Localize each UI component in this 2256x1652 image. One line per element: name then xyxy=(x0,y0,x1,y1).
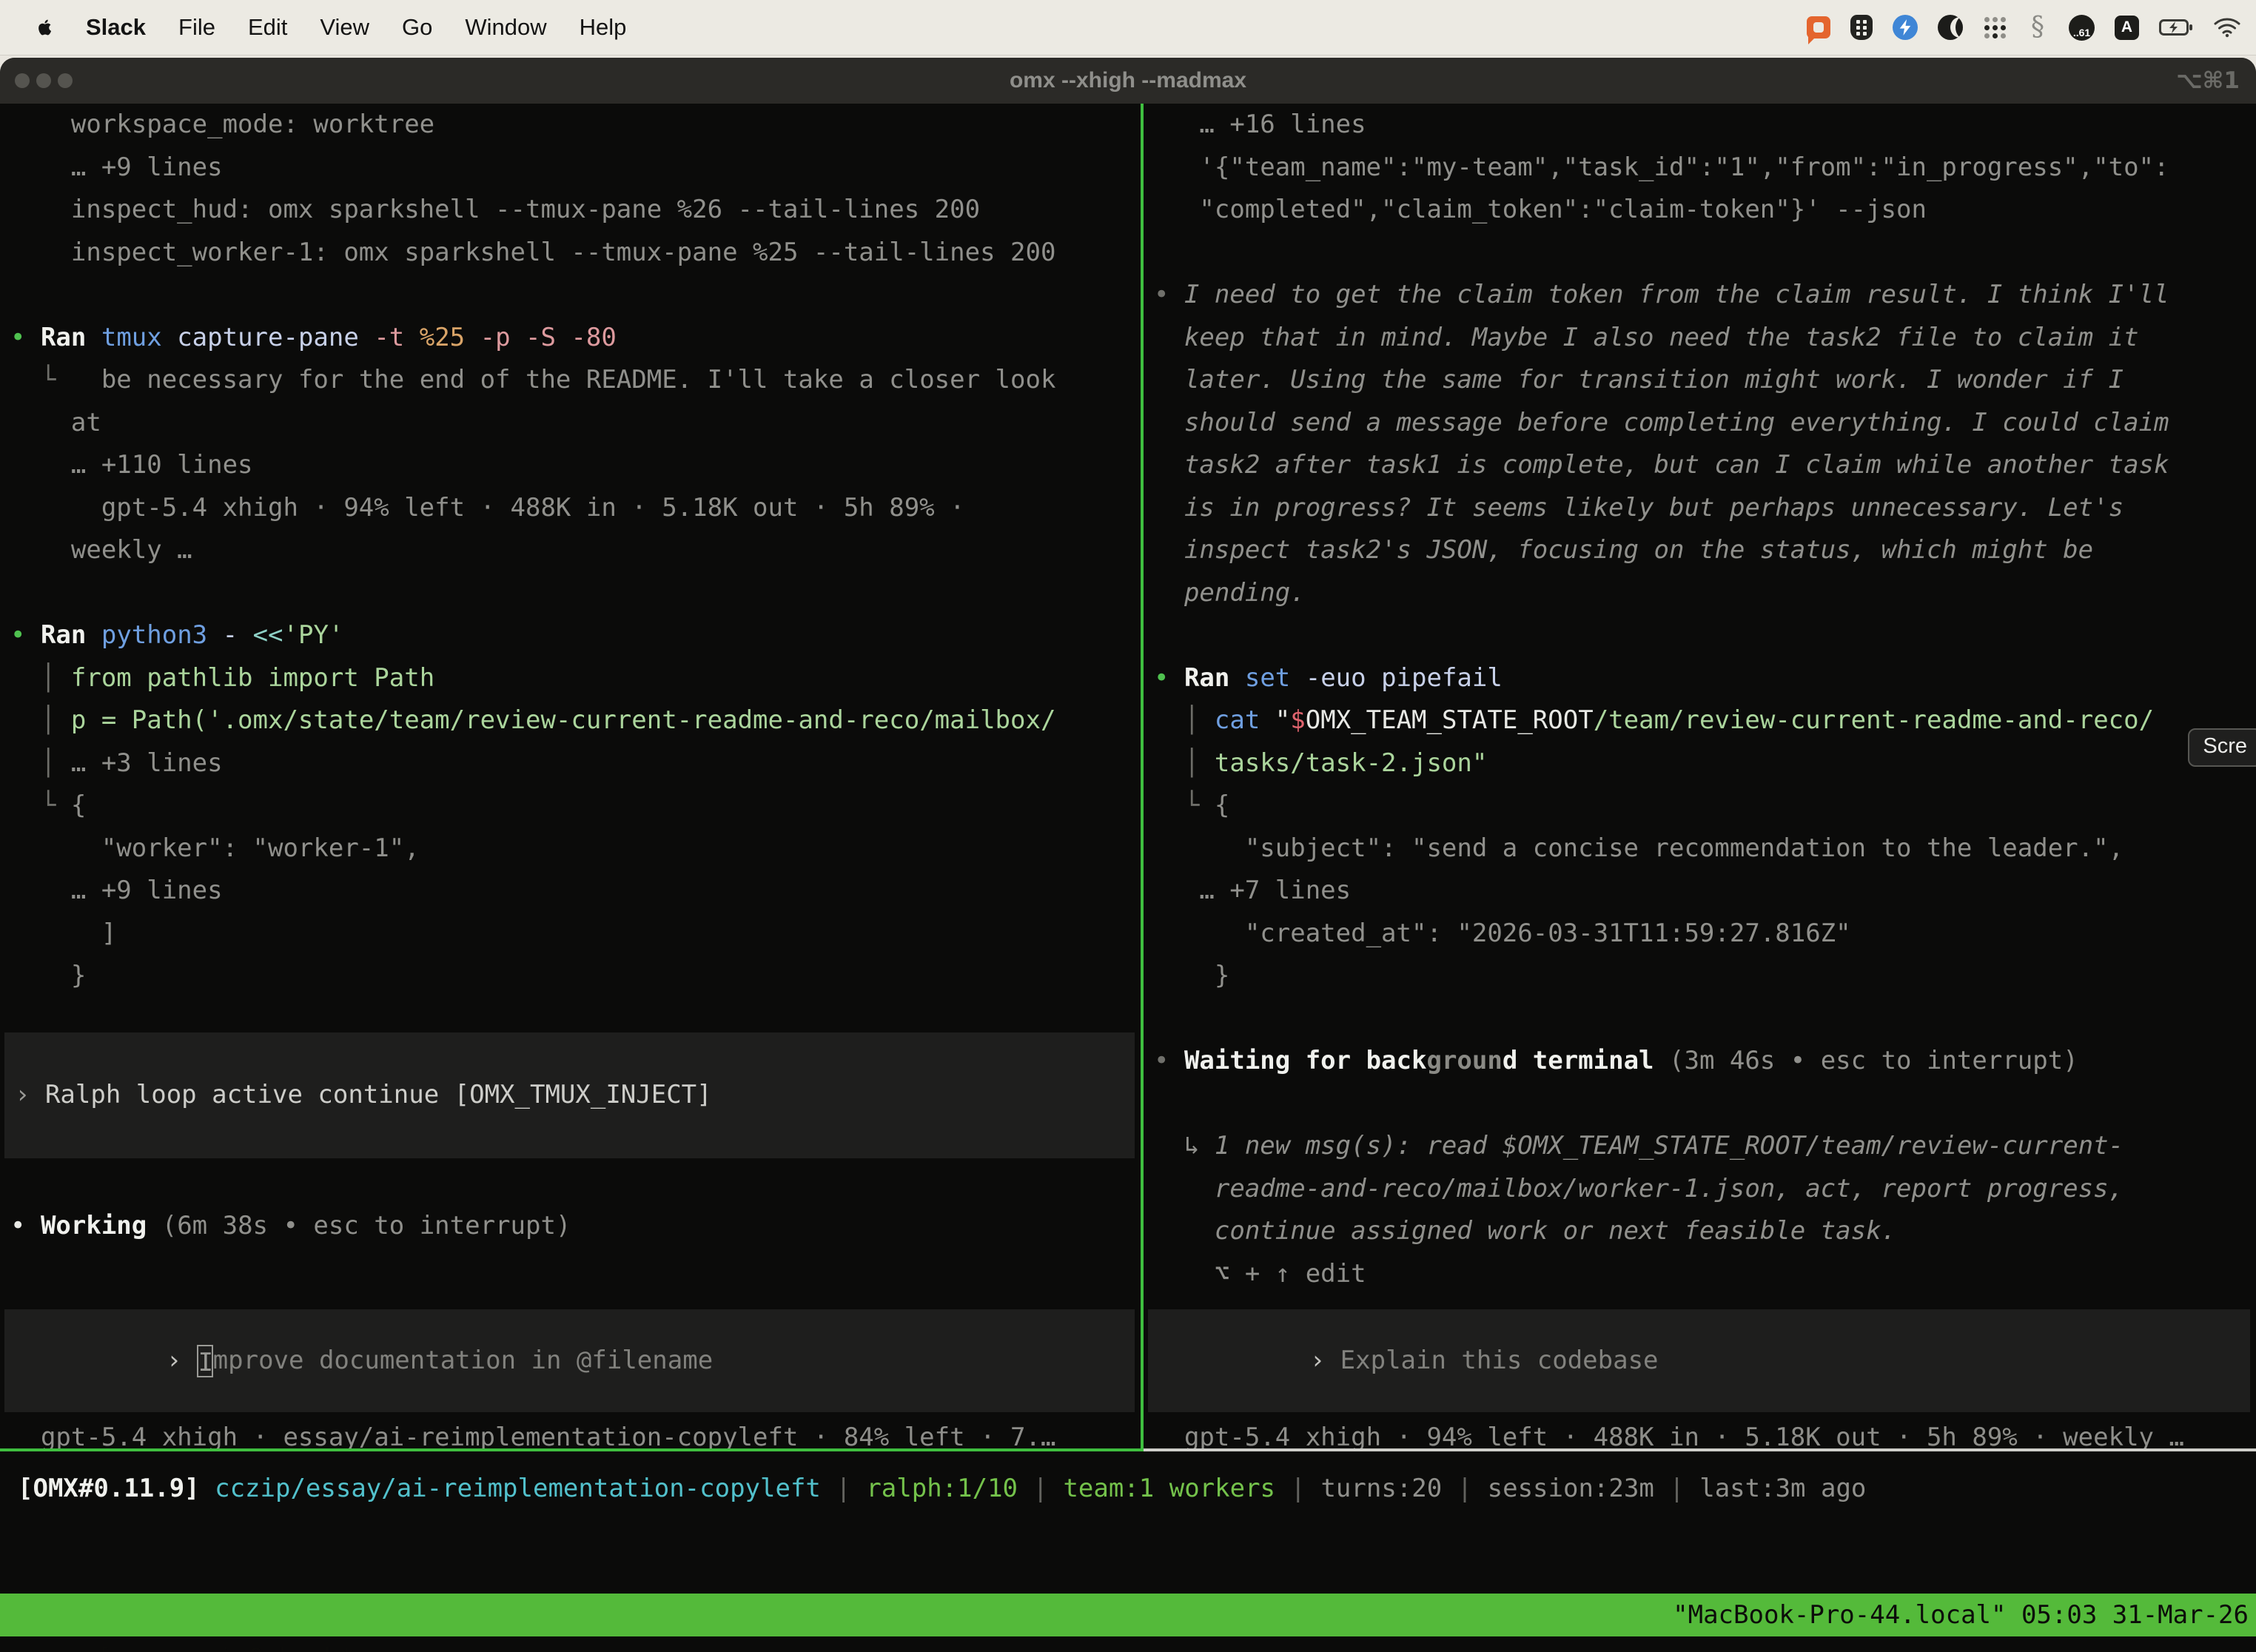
terminal-line: • Ran tmux capture-pane -t %25 -p -S -80 xyxy=(0,317,1141,360)
terminal-line xyxy=(1144,1083,2256,1126)
terminal-line: at xyxy=(0,402,1141,445)
dots-grid-icon[interactable] xyxy=(1983,16,2007,39)
menu-item-go[interactable]: Go xyxy=(402,14,432,41)
window-shortcut-hint: ⌥⌘1 xyxy=(2176,58,2240,104)
terminal-line: … +110 lines xyxy=(0,444,1141,487)
window-zoom-button[interactable] xyxy=(58,73,73,88)
terminal-line: └ be necessary for the end of the README… xyxy=(0,359,1141,402)
terminal-line: '{"team_name":"my-team","task_id":"1","f… xyxy=(1144,147,2256,189)
terminal-line xyxy=(1144,232,2256,275)
tmux-host-datetime: "MacBook-Pro-44.local" 05:03 31-Mar-26 xyxy=(1673,1594,2249,1636)
prompt-input-left[interactable]: › Improve documentation in @filename xyxy=(4,1309,1135,1412)
tmux-session-label: [omx-cczip0:bash* xyxy=(91,1643,355,1652)
terminal-line: └ { xyxy=(1144,785,2256,827)
ralph-loop-line: › Ralph loop active continue [OMX_TMUX_I… xyxy=(4,1074,1135,1117)
terminal-line: } xyxy=(0,955,1141,998)
pane-right-scrollback: … +16 lines '{"team_name":"my-team","tas… xyxy=(1144,104,2256,1295)
terminal-line: readme-and-reco/mailbox/worker-1.json, a… xyxy=(1144,1168,2256,1211)
terminal-line: should send a message before completing … xyxy=(1144,402,2256,445)
battery-icon[interactable] xyxy=(2159,19,2193,36)
terminal-line: • I need to get the claim token from the… xyxy=(1144,274,2256,317)
terminal-line: pending. xyxy=(1144,572,2256,615)
terminal-line: … +7 lines xyxy=(1144,870,2256,913)
menu-bar: Slack File Edit View Go Window Help § ..… xyxy=(0,0,2256,56)
terminal-line: ↳ 1 new msg(s): read $OMX_TEAM_STATE_ROO… xyxy=(1144,1125,2256,1168)
terminal-line: • Waiting for background terminal (3m 46… xyxy=(1144,1040,2256,1083)
count-badge-icon[interactable]: ..61 xyxy=(2069,15,2095,41)
working-status: • Working (6m 38s • esc to interrupt) xyxy=(0,1205,1141,1248)
terminal-line xyxy=(0,572,1141,615)
terminal-line: keep that in mind. Maybe I also need the… xyxy=(1144,317,2256,360)
terminal-line: task2 after task1 is complete, but can I… xyxy=(1144,444,2256,487)
prompt-placeholder: mprove documentation in @filename xyxy=(213,1346,714,1375)
tmux-status-bar: [omx-cczip0:bash* "MacBook-Pro-44.local"… xyxy=(0,1594,2256,1636)
window-title: omx --xhigh --madmax xyxy=(0,68,2256,93)
wifi-icon[interactable] xyxy=(2213,17,2241,38)
pane-left-scrollback: workspace_mode: worktree … +9 lines insp… xyxy=(0,104,1141,998)
terminal-line: • Ran set -euo pipefail xyxy=(1144,657,2256,700)
session-status-left: gpt-5.4 xhigh · essay/ai-reimplementatio… xyxy=(0,1417,1141,1451)
terminal-line: • Ran python3 - <<'PY' xyxy=(0,614,1141,657)
terminal-line: "subject": "send a concise recommendatio… xyxy=(1144,827,2256,870)
omx-status-bar: [OMX#0.11.9] cczip/essay/ai-reimplementa… xyxy=(0,1468,2256,1511)
menu-item-edit[interactable]: Edit xyxy=(248,14,287,41)
window-minimize-button[interactable] xyxy=(36,73,51,88)
terminal-line xyxy=(0,274,1141,317)
terminal-line: │ tasks/task-2.json" xyxy=(1144,742,2256,785)
window-close-button[interactable] xyxy=(15,73,30,88)
apple-menu-icon[interactable] xyxy=(34,16,53,38)
menu-item-help[interactable]: Help xyxy=(580,14,627,41)
terminal-line: … +16 lines xyxy=(1144,104,2256,147)
terminal-line: │ cat "$OMX_TEAM_STATE_ROOT/team/review-… xyxy=(1144,699,2256,742)
terminal-line: inspect task2's JSON, focusing on the st… xyxy=(1144,529,2256,572)
terminal-line: gpt-5.4 xhigh · 94% left · 488K in · 5.1… xyxy=(0,487,1141,530)
terminal-line: … +9 lines xyxy=(0,870,1141,913)
pane-left: workspace_mode: worktree … +9 lines insp… xyxy=(0,104,1141,1451)
menu-item-view[interactable]: View xyxy=(320,14,369,41)
window-title-bar: omx --xhigh --madmax ⌥⌘1 xyxy=(0,58,2256,104)
terminal-line: └ { xyxy=(0,785,1141,827)
shield-grid-icon[interactable] xyxy=(1850,15,1873,40)
hook-icon[interactable]: § xyxy=(2027,13,2049,41)
session-status-right: gpt-5.4 xhigh · 94% left · 488K in · 5.1… xyxy=(1144,1417,2256,1451)
terminal-line xyxy=(1144,998,2256,1041)
terminal-line: │ from pathlib import Path xyxy=(0,657,1141,700)
chat-app-icon[interactable] xyxy=(1807,16,1830,38)
menu-item-file[interactable]: File xyxy=(178,14,215,41)
prompt-chevron: › xyxy=(1310,1346,1340,1375)
menu-item-window[interactable]: Window xyxy=(465,14,546,41)
ralph-loop-banner: › Ralph loop active continue [OMX_TMUX_I… xyxy=(4,1032,1135,1158)
terminal-window: omx --xhigh --madmax ⌥⌘1 workspace_mode:… xyxy=(0,58,2256,1652)
menu-app-name[interactable]: Slack xyxy=(86,14,146,41)
blue-bolt-icon[interactable] xyxy=(1893,15,1918,40)
crescent-icon[interactable] xyxy=(1938,15,1963,40)
prompt-placeholder: Explain this codebase xyxy=(1340,1346,1659,1375)
pane-right-bottom-border xyxy=(1144,1448,2256,1451)
prompt-chevron: › xyxy=(167,1346,197,1375)
prompt-input-right[interactable]: › Explain this codebase xyxy=(1148,1309,2250,1412)
terminal-line: ⌥ + ↑ edit xyxy=(1144,1253,2256,1296)
terminal-content: workspace_mode: worktree … +9 lines insp… xyxy=(0,104,2256,1652)
pane-left-bottom-border xyxy=(0,1448,1141,1451)
terminal-line: │ … +3 lines xyxy=(0,742,1141,785)
terminal-line: inspect_worker-1: omx sparkshell --tmux-… xyxy=(0,232,1141,275)
terminal-line: is in progress? It seems likely but perh… xyxy=(1144,487,2256,530)
terminal-line: } xyxy=(1144,955,2256,998)
terminal-line: workspace_mode: worktree xyxy=(0,104,1141,147)
terminal-line: │ p = Path('.omx/state/team/review-curre… xyxy=(0,699,1141,742)
terminal-line: "completed","claim_token":"claim-token"}… xyxy=(1144,189,2256,232)
terminal-line: weekly … xyxy=(0,529,1141,572)
pane-right: … +16 lines '{"team_name":"my-team","tas… xyxy=(1144,104,2256,1451)
terminal-line: continue assigned work or next feasible … xyxy=(1144,1210,2256,1253)
terminal-line: … +9 lines xyxy=(0,147,1141,189)
terminal-line: "created_at": "2026-03-31T11:59:27.816Z" xyxy=(1144,913,2256,956)
terminal-line xyxy=(1144,614,2256,657)
text-cursor: I xyxy=(197,1345,213,1377)
screen-tooltip: Scre xyxy=(2188,728,2256,767)
terminal-line: ] xyxy=(0,913,1141,956)
input-source-icon[interactable]: A xyxy=(2115,16,2139,40)
terminal-line: inspect_hud: omx sparkshell --tmux-pane … xyxy=(0,189,1141,232)
terminal-line: "worker": "worker-1", xyxy=(0,827,1141,870)
terminal-line: later. Using the same for transition mig… xyxy=(1144,359,2256,402)
